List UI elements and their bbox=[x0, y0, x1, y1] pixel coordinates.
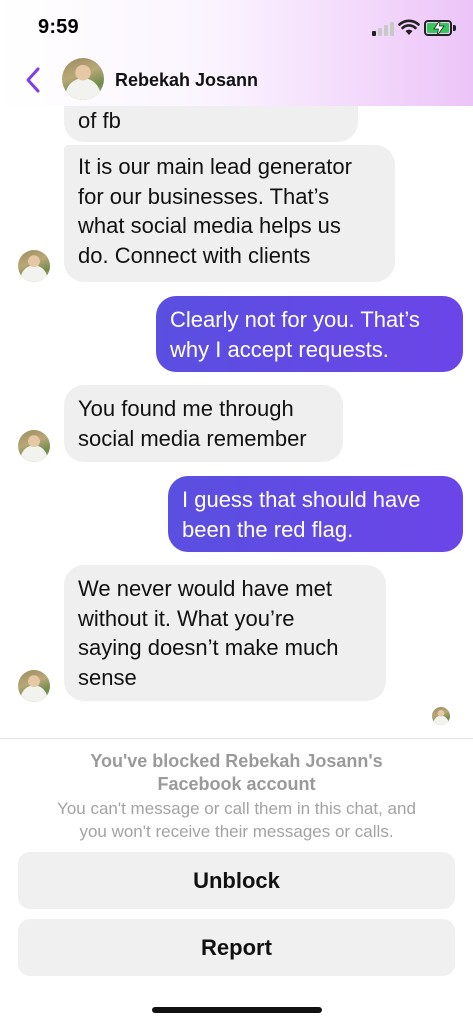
outgoing-message[interactable]: I guess that should have been the red fl… bbox=[168, 476, 463, 552]
avatar-image bbox=[432, 707, 450, 725]
cellular-signal-icon bbox=[372, 22, 394, 36]
message-line: what social media helps us bbox=[78, 213, 341, 238]
wifi-icon bbox=[398, 19, 420, 35]
message-line: why I accept requests. bbox=[170, 336, 389, 362]
status-bar: 9:59 bbox=[0, 0, 473, 56]
message-line: of fb bbox=[78, 108, 121, 133]
avatar-image bbox=[18, 670, 50, 702]
report-button[interactable]: Report bbox=[18, 919, 455, 976]
chat-header: Rebekah Josann bbox=[0, 56, 473, 106]
incoming-message[interactable]: You found me through social media rememb… bbox=[64, 385, 343, 462]
outgoing-message[interactable]: Clearly not for you. That’s why I accept… bbox=[156, 296, 463, 372]
chevron-left-icon[interactable] bbox=[22, 66, 46, 94]
incoming-message[interactable]: We never would have met without it. What… bbox=[64, 565, 386, 701]
avatar-image bbox=[18, 250, 50, 282]
message-list[interactable]: of fb It is our main lead generator for … bbox=[0, 0, 473, 740]
contact-name[interactable]: Rebekah Josann bbox=[115, 70, 258, 91]
contact-avatar[interactable] bbox=[18, 250, 50, 282]
battery-tip bbox=[453, 25, 456, 31]
message-line: saying doesn’t make much bbox=[78, 635, 339, 660]
home-indicator[interactable] bbox=[152, 1007, 322, 1013]
contact-avatar[interactable] bbox=[18, 670, 50, 702]
status-time: 9:59 bbox=[38, 16, 79, 38]
message-line: for our businesses. That’s bbox=[78, 183, 330, 209]
avatar-image bbox=[18, 430, 50, 462]
message-line: You found me through bbox=[78, 396, 294, 421]
message-line: do. Connect with clients bbox=[78, 242, 311, 268]
contact-avatar[interactable] bbox=[62, 58, 104, 100]
message-line: been the red flag. bbox=[182, 516, 354, 542]
message-line: without it. What you’re bbox=[78, 605, 295, 631]
blocked-description: you won't receive their messages or call… bbox=[79, 822, 394, 841]
read-receipt-avatar bbox=[432, 707, 450, 725]
incoming-message[interactable]: It is our main lead generator for our bu… bbox=[64, 145, 395, 282]
unblock-button[interactable]: Unblock bbox=[18, 852, 455, 909]
message-line: Clearly not for you. That’s bbox=[170, 307, 420, 332]
blocked-title: Facebook account bbox=[157, 774, 316, 794]
message-line: social media remember bbox=[78, 425, 307, 451]
message-line: sense bbox=[78, 664, 137, 690]
blocked-description: You can't message or call them in this c… bbox=[57, 799, 416, 818]
blocked-notice: You've blocked Rebekah Josann's Facebook… bbox=[0, 738, 473, 1023]
contact-avatar[interactable] bbox=[18, 430, 50, 462]
message-line: We never would have met bbox=[78, 576, 332, 601]
avatar-image bbox=[62, 58, 104, 100]
message-line: It is our main lead generator bbox=[78, 154, 352, 179]
blocked-title: You've blocked Rebekah Josann's bbox=[90, 751, 383, 771]
battery-charging-icon bbox=[424, 20, 452, 36]
message-line: I guess that should have bbox=[182, 487, 421, 512]
